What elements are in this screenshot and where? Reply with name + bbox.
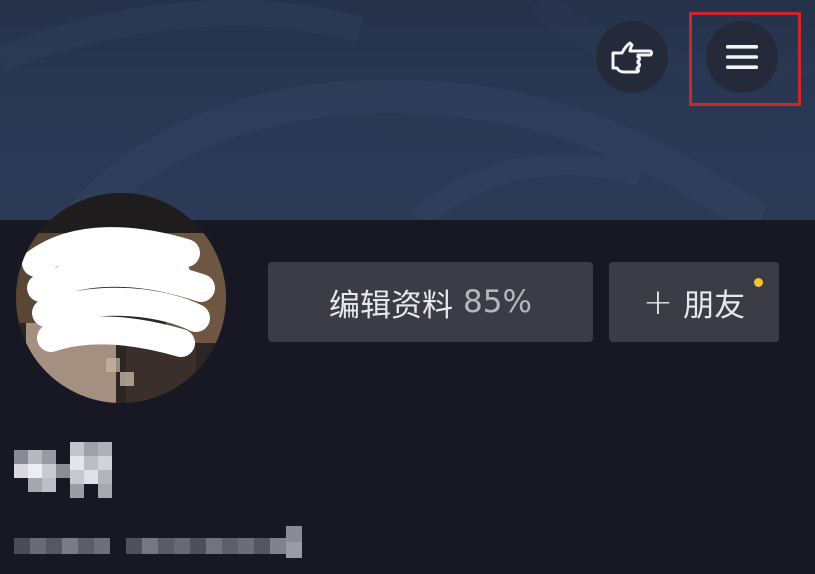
notification-dot	[754, 278, 763, 287]
avatar-image	[16, 193, 226, 403]
username-redacted	[14, 442, 112, 498]
add-friend-label: 朋友	[683, 287, 746, 324]
add-friend-button[interactable]: + 朋友	[609, 262, 779, 342]
hamburger-menu-icon	[726, 45, 758, 69]
plus-icon: +	[642, 281, 674, 323]
pointing-hand-button[interactable]	[596, 21, 668, 93]
pointing-hand-icon	[611, 41, 653, 74]
edit-profile-button[interactable]: 编辑资料 85%	[268, 262, 593, 342]
profile-completion-percent: 85%	[463, 284, 532, 320]
user-id-redacted	[14, 526, 302, 558]
avatar[interactable]	[16, 193, 226, 403]
cover-pattern	[0, 0, 815, 220]
edit-profile-label: 编辑资料	[329, 287, 454, 324]
profile-page: 编辑资料 85% + 朋友	[0, 0, 815, 574]
profile-cover-image	[0, 0, 815, 220]
menu-button[interactable]	[706, 21, 778, 93]
